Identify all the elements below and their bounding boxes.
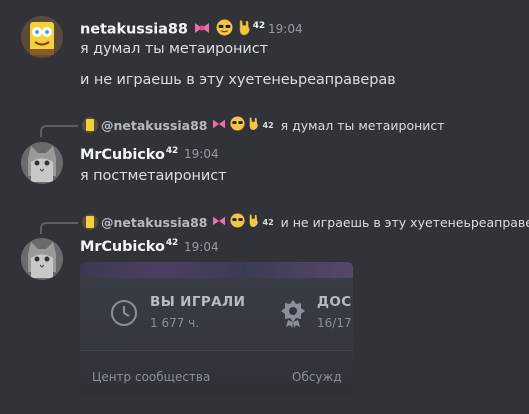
- spongebob-avatar-icon: [21, 16, 63, 58]
- reply-text[interactable]: и не играешь в эту хуетенеьреаправе: [281, 215, 529, 230]
- message-timestamp: 19:04: [184, 147, 219, 161]
- author-name[interactable]: MrCubicko: [80, 147, 165, 163]
- sunglasses-emoji-icon: [229, 116, 245, 134]
- embed-banner: [80, 262, 353, 278]
- pink-bow-icon: [193, 21, 211, 39]
- steam-game-embed[interactable]: ВЫ ИГРАЛИ 1 677 ч. ДОС 16/17 Центр сообщ…: [80, 262, 353, 397]
- community-link[interactable]: Центр сообщества: [92, 370, 210, 384]
- rock-hand-icon: [238, 19, 252, 40]
- reply-preview[interactable]: @netakussia88 42 я думал ты метаиронист: [82, 116, 445, 134]
- user-badge: 42: [165, 238, 179, 248]
- message-timestamp: 19:04: [268, 22, 303, 36]
- message-line: я думал ты метаиронист: [80, 41, 268, 57]
- embed-divider: [80, 350, 353, 351]
- achievements-label: ДОС: [317, 294, 352, 310]
- pink-bow-icon: [211, 215, 227, 230]
- sunglasses-emoji-icon: [216, 19, 233, 40]
- reply-connector: [40, 222, 78, 234]
- achievement-icon: [280, 298, 306, 332]
- reply-avatar-icon: [82, 117, 98, 133]
- message-line: и не играешь в эту хуетенеьреаправерав: [80, 72, 396, 88]
- reply-author[interactable]: @netakussia88: [101, 118, 208, 133]
- user-badge: 42: [165, 146, 179, 156]
- reply-author[interactable]: @netakussia88: [101, 215, 208, 230]
- author-name[interactable]: MrCubicko: [80, 239, 165, 255]
- message-author[interactable]: MrCubicko42: [80, 238, 178, 255]
- message-timestamp: 19:04: [184, 240, 219, 254]
- reply-connector: [40, 125, 78, 137]
- discussions-link[interactable]: Обсужд: [292, 370, 342, 384]
- played-value: 1 677 ч.: [150, 316, 200, 330]
- played-label: ВЫ ИГРАЛИ: [150, 294, 246, 310]
- reply-preview[interactable]: @netakussia88 42 и не играешь в эту хует…: [82, 213, 529, 231]
- message-author[interactable]: netakussia88 42: [80, 19, 265, 40]
- user-badge: 42: [262, 120, 274, 130]
- author-name[interactable]: netakussia88: [80, 22, 188, 38]
- achievements-value: 16/17: [317, 316, 352, 330]
- message-author[interactable]: MrCubicko42: [80, 146, 178, 163]
- user-badge: 42: [262, 217, 274, 227]
- sunglasses-emoji-icon: [229, 213, 245, 231]
- rock-hand-icon: [248, 213, 260, 231]
- message-line: я постметаиронист: [80, 168, 227, 184]
- cat-avatar-icon: [21, 142, 63, 184]
- user-badge: 42: [252, 20, 266, 31]
- reply-avatar-icon: [82, 214, 98, 230]
- avatar-netakussia88[interactable]: [21, 16, 63, 58]
- rock-hand-icon: [248, 116, 260, 134]
- pink-bow-icon: [211, 118, 227, 133]
- avatar-mrcubicko[interactable]: [21, 142, 63, 184]
- clock-icon: [110, 299, 138, 331]
- cat-avatar-icon: [21, 238, 63, 280]
- reply-text[interactable]: я думал ты метаиронист: [281, 118, 445, 133]
- avatar-mrcubicko[interactable]: [21, 238, 63, 280]
